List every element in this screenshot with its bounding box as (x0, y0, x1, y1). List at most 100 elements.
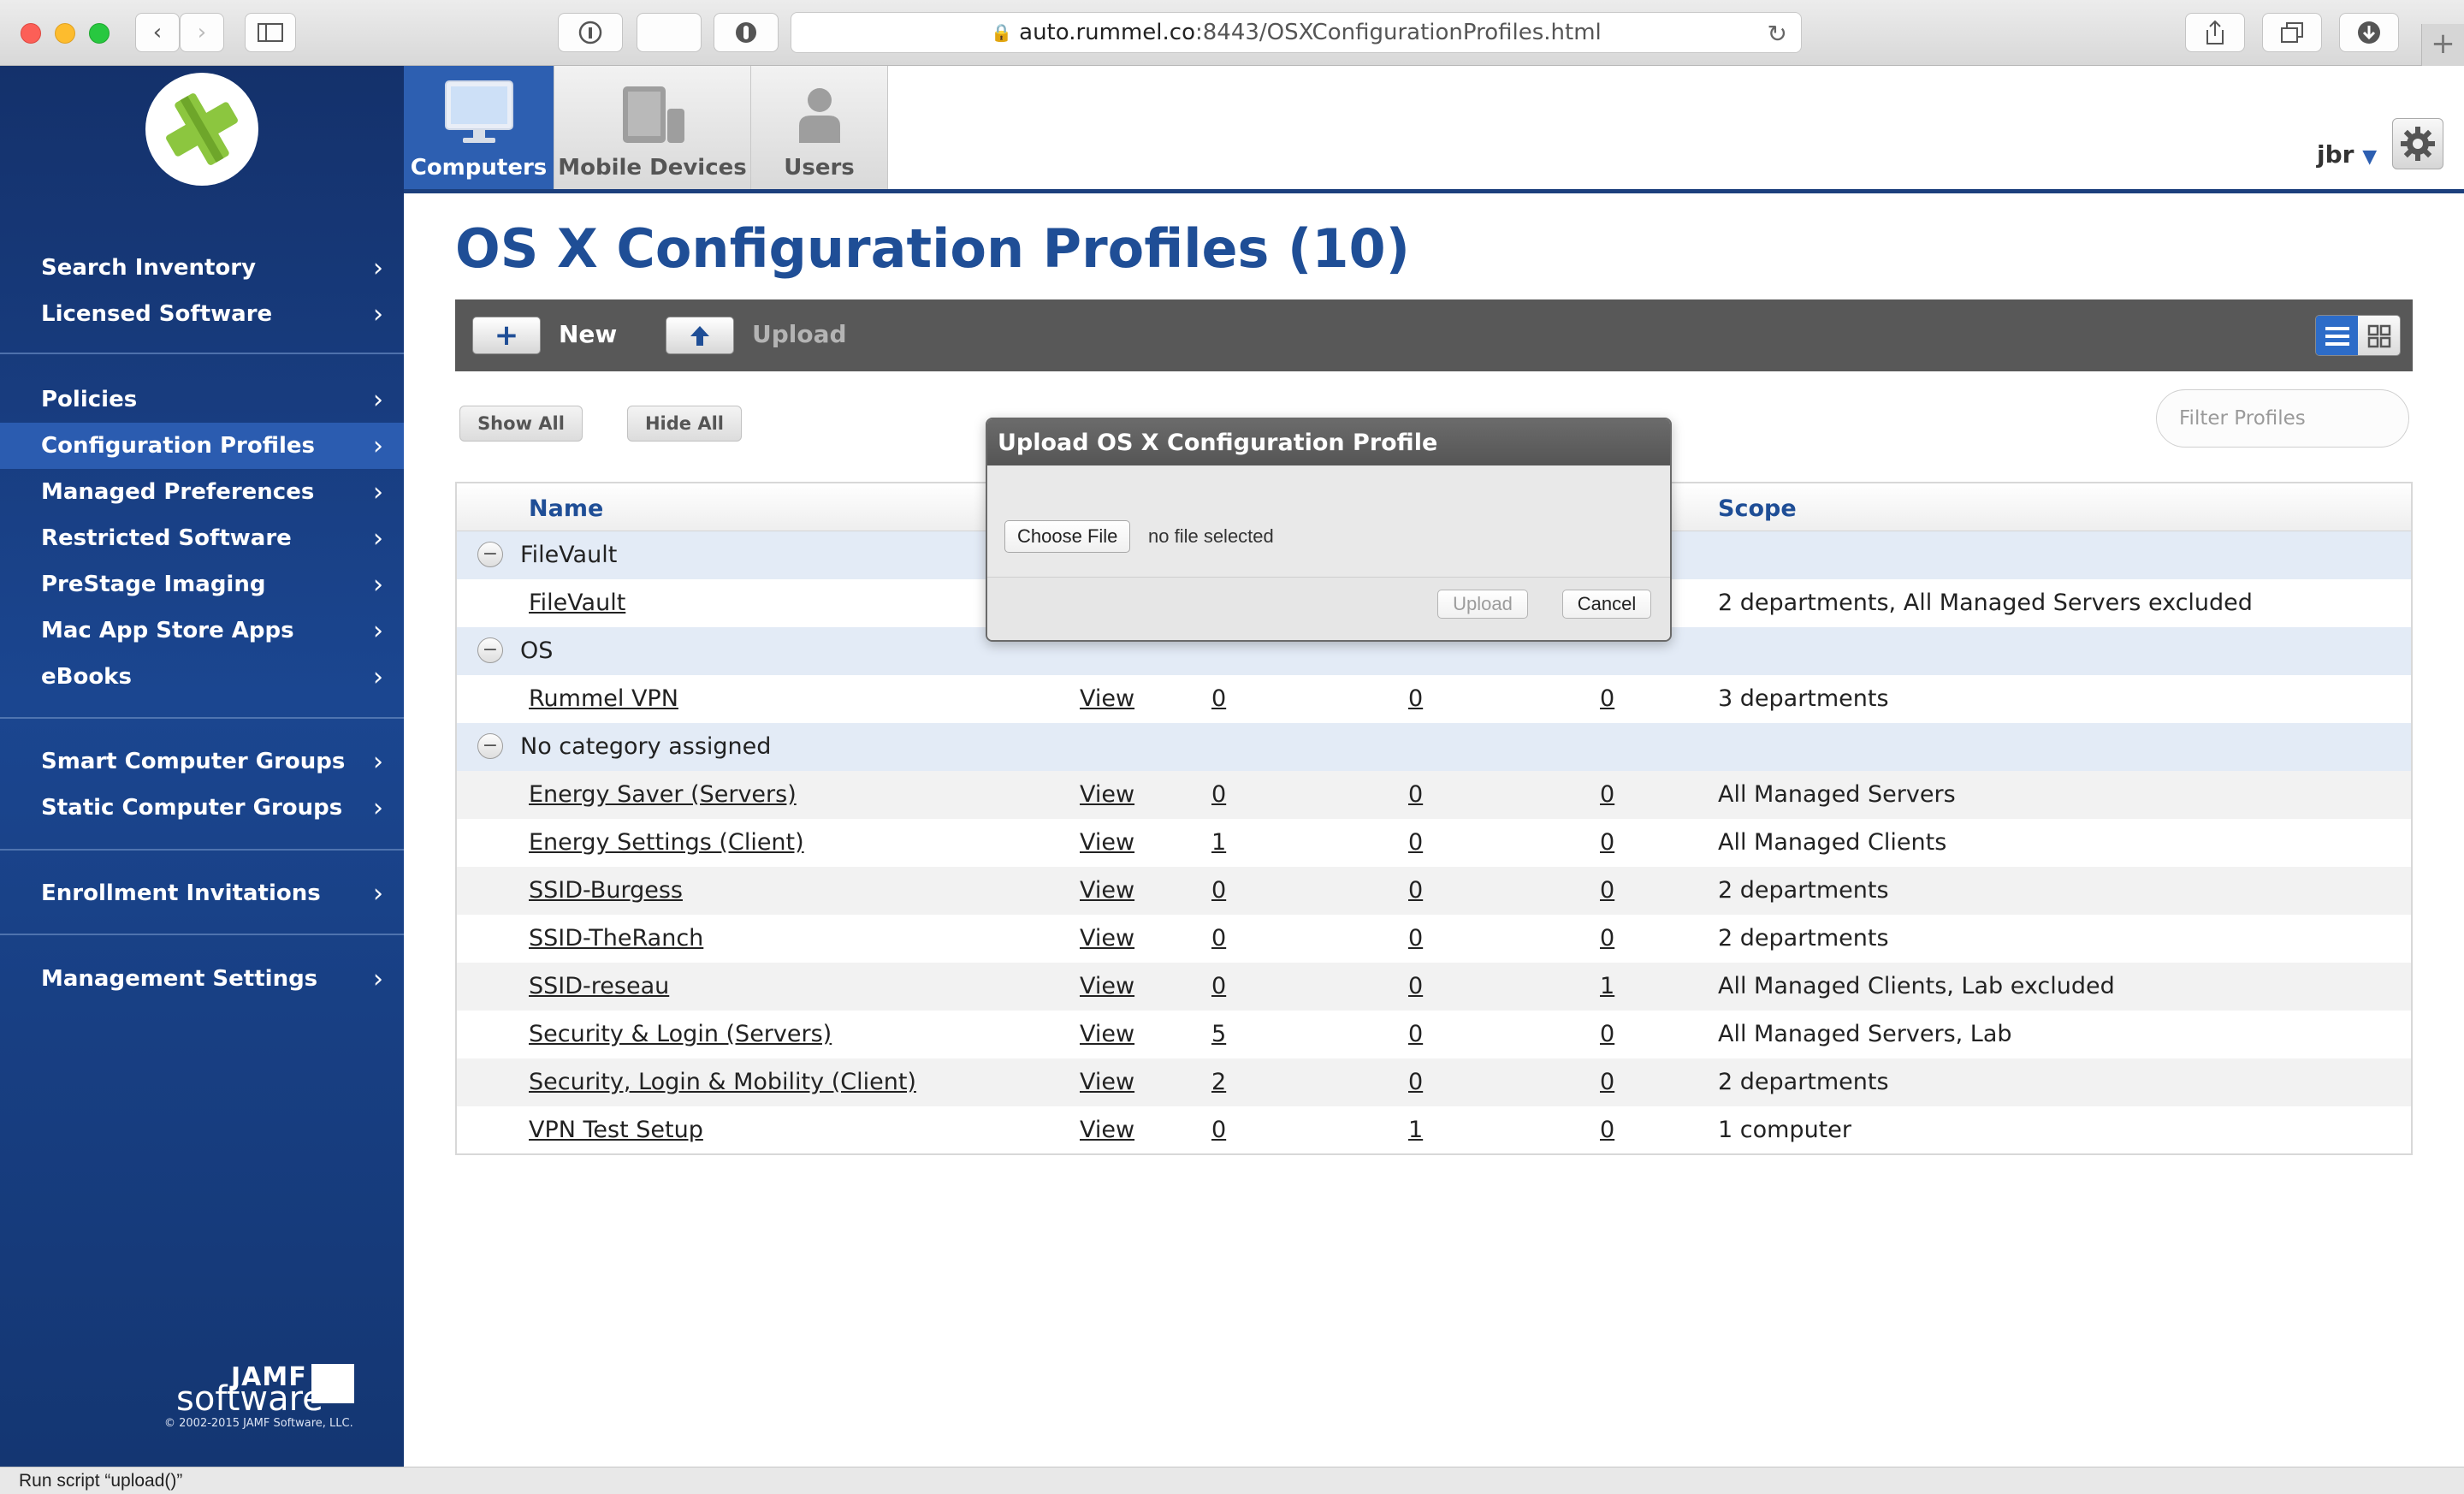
failed-count-link[interactable]: 0 (1600, 685, 1614, 712)
profile-name-link[interactable]: Security, Login & Mobility (Client) (529, 1069, 916, 1095)
completed-count-link[interactable]: 0 (1211, 877, 1226, 904)
dialog-upload-button[interactable]: Upload (1437, 590, 1528, 619)
sidebar-toggle-button[interactable] (245, 13, 296, 52)
profile-name-link[interactable]: FileVault (529, 590, 625, 616)
grid-view-button[interactable] (2358, 316, 2400, 355)
view-link[interactable]: View (1080, 829, 1134, 856)
view-link[interactable]: View (1080, 781, 1134, 808)
tab-users[interactable]: Users (751, 66, 888, 189)
show-all-button[interactable]: Show All (459, 406, 583, 442)
minimize-window-button[interactable] (55, 23, 75, 44)
pending-count-link[interactable]: 0 (1408, 685, 1423, 712)
view-link[interactable]: View (1080, 925, 1134, 952)
sidebar-item-search-inventory[interactable]: Search Inventory › (0, 245, 404, 291)
failed-count-link[interactable]: 0 (1600, 781, 1614, 808)
pending-count-link[interactable]: 0 (1408, 829, 1423, 856)
profile-name-link[interactable]: Rummel VPN (529, 685, 678, 712)
view-link[interactable]: View (1080, 1069, 1134, 1095)
failed-count-link[interactable]: 0 (1600, 1021, 1614, 1047)
sidebar-item-managed-preferences[interactable]: Managed Preferences › (0, 469, 404, 515)
profile-name-link[interactable]: SSID-TheRanch (529, 925, 703, 952)
completed-count-link[interactable]: 0 (1211, 973, 1226, 999)
sidebar-item-licensed-software[interactable]: Licensed Software › (0, 291, 404, 337)
pending-count-link[interactable]: 0 (1408, 1069, 1423, 1095)
table-row: Security, Login & Mobility (Client) View… (457, 1058, 2411, 1106)
downloads-button[interactable] (2339, 13, 2399, 52)
sidebar-item-configuration-profiles[interactable]: Configuration Profiles › (0, 423, 404, 469)
profile-name-link[interactable]: Security & Login (Servers) (529, 1021, 832, 1047)
user-menu[interactable]: jbr ▼ (2317, 140, 2377, 169)
view-link[interactable]: View (1080, 973, 1134, 999)
failed-count-link[interactable]: 0 (1600, 1069, 1614, 1095)
sidebar-item-policies[interactable]: Policies › (0, 376, 404, 423)
sidebar-item-management-settings[interactable]: Management Settings › (0, 956, 404, 1002)
completed-count-link[interactable]: 0 (1211, 685, 1226, 712)
pending-count-link[interactable]: 0 (1408, 973, 1423, 999)
sidebar-item-restricted-software[interactable]: Restricted Software › (0, 515, 404, 561)
profile-name-link[interactable]: SSID-reseau (529, 973, 669, 999)
column-header-name[interactable]: Name (529, 495, 603, 522)
close-window-button[interactable] (21, 23, 41, 44)
upload-label[interactable]: Upload (752, 320, 847, 348)
profile-name-link[interactable]: VPN Test Setup (529, 1117, 703, 1143)
forward-button[interactable]: › (180, 13, 224, 52)
collapse-category-button[interactable]: − (477, 542, 503, 567)
sidebar-item-mac-app-store-apps[interactable]: Mac App Store Apps › (0, 608, 404, 654)
hide-all-button[interactable]: Hide All (627, 406, 742, 442)
list-view-button[interactable] (2316, 316, 2358, 355)
filter-profiles-input[interactable]: Filter Profiles (2156, 389, 2409, 448)
tab-mobile-devices[interactable]: Mobile Devices (554, 66, 751, 189)
failed-count-link[interactable]: 1 (1600, 973, 1614, 999)
sidebar-item-enrollment-invitations[interactable]: Enrollment Invitations › (0, 870, 404, 916)
completed-count-link[interactable]: 0 (1211, 781, 1226, 808)
collapse-category-button[interactable]: − (477, 637, 503, 663)
pending-count-link[interactable]: 1 (1408, 1117, 1423, 1143)
profile-name-link[interactable]: Energy Saver (Servers) (529, 781, 797, 808)
privacy-report-button[interactable] (558, 13, 623, 52)
collapse-category-button[interactable]: − (477, 733, 503, 759)
pending-count-link[interactable]: 0 (1408, 877, 1423, 904)
profile-name-link[interactable]: Energy Settings (Client) (529, 829, 804, 856)
user-icon (798, 88, 840, 143)
completed-count-link[interactable]: 2 (1211, 1069, 1226, 1095)
pending-count-link[interactable]: 0 (1408, 925, 1423, 952)
completed-count-link[interactable]: 1 (1211, 829, 1226, 856)
shield-extension-button[interactable] (714, 13, 779, 52)
profile-name-link[interactable]: SSID-Burgess (529, 877, 683, 904)
view-link[interactable]: View (1080, 877, 1134, 904)
completed-count-link[interactable]: 0 (1211, 925, 1226, 952)
failed-count-link[interactable]: 0 (1600, 1117, 1614, 1143)
tab-overview-button[interactable] (2262, 13, 2322, 52)
settings-button[interactable] (2392, 118, 2443, 169)
dialog-cancel-button[interactable]: Cancel (1562, 590, 1651, 619)
view-link[interactable]: View (1080, 1117, 1134, 1143)
view-link[interactable]: View (1080, 1021, 1134, 1047)
new-label[interactable]: New (559, 320, 617, 348)
new-tab-button[interactable]: + (2421, 24, 2464, 66)
failed-count-link[interactable]: 0 (1600, 877, 1614, 904)
jss-logo[interactable] (145, 73, 258, 186)
share-button[interactable] (2185, 13, 2245, 52)
new-button[interactable]: + (472, 317, 541, 354)
view-link[interactable]: View (1080, 685, 1134, 712)
completed-count-link[interactable]: 5 (1211, 1021, 1226, 1047)
address-bar[interactable]: 🔒 auto.rummel.co:8443/OSXConfigurationPr… (791, 12, 1802, 53)
failed-count-link[interactable]: 0 (1600, 925, 1614, 952)
back-button[interactable]: ‹ (135, 13, 180, 52)
sidebar-item-ebooks[interactable]: eBooks › (0, 654, 404, 700)
zoom-window-button[interactable] (89, 23, 110, 44)
chevron-right-icon: › (373, 746, 383, 777)
sidebar-item-prestage-imaging[interactable]: PreStage Imaging › (0, 561, 404, 608)
completed-count-link[interactable]: 0 (1211, 1117, 1226, 1143)
sidebar-item-smart-computer-groups[interactable]: Smart Computer Groups › (0, 738, 404, 785)
pending-count-link[interactable]: 0 (1408, 781, 1423, 808)
upload-button[interactable] (666, 317, 734, 354)
failed-count-link[interactable]: 0 (1600, 829, 1614, 856)
sidebar-item-static-computer-groups[interactable]: Static Computer Groups › (0, 785, 404, 831)
choose-file-button[interactable]: Choose File (1004, 520, 1131, 553)
pending-count-link[interactable]: 0 (1408, 1021, 1423, 1047)
tab-computers[interactable]: Computers (404, 66, 554, 189)
column-header-scope[interactable]: Scope (1718, 495, 1797, 522)
reload-icon[interactable]: ↻ (1768, 20, 1787, 48)
extension-button[interactable] (637, 13, 702, 52)
